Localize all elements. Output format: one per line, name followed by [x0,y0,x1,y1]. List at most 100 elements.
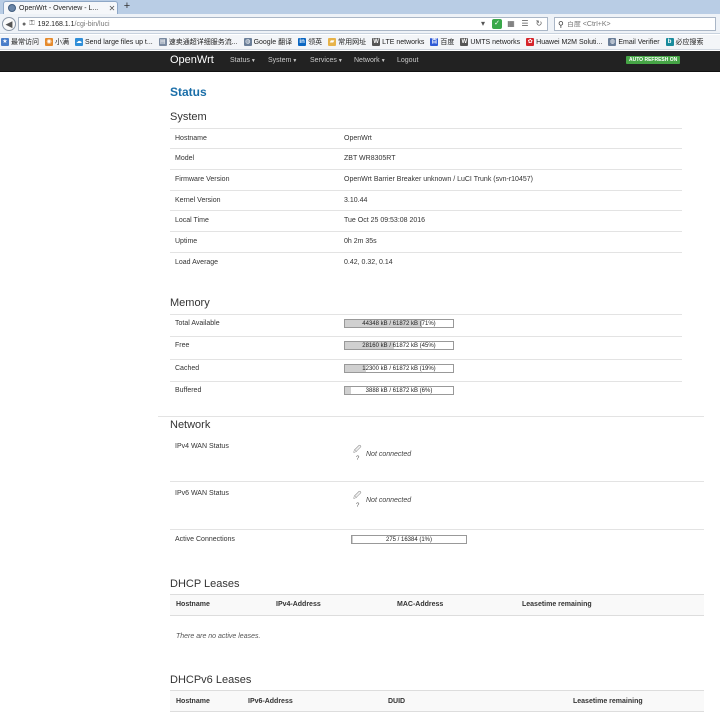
globe-icon: ◍ [243,38,252,46]
baidu-icon: 百 [430,38,439,46]
qr-code-icon[interactable]: ▦ [506,19,516,29]
bookmark-item[interactable]: W UMTS networks [460,38,520,46]
auto-refresh-badge[interactable]: AUTO REFRESH ON [626,56,681,64]
menu-network[interactable]: Network▼ [354,57,386,64]
system-row-value: Tue Oct 25 09:53:08 2016 [344,217,426,224]
ipv4-wan-status: Not connected [366,451,412,458]
system-row-value: ZBT WR8305RT [344,155,396,162]
row-divider [170,169,682,170]
bookmark-label: UMTS networks [470,38,521,46]
bookmark-item[interactable]: ◍ Email Verifier [608,38,660,46]
row-divider [170,314,682,315]
bookmark-label: 必应搜索 [675,39,704,46]
column-header: Leasetime remaining [573,698,643,705]
bookmark-item[interactable]: ▰ 常用网址 [328,37,366,47]
system-row-label: Local Time [175,217,209,224]
new-tab-button[interactable]: + [120,1,134,13]
bookmark-item[interactable]: ✿ Huawei M2M Soluti... [526,38,602,46]
address-bar[interactable]: ● ⚿ 192.168.1.1/cgi-bin/luci ▾ ✓ ▦ ☰ ↻ [18,17,548,31]
bookmark-item[interactable]: 百百度 [430,37,454,47]
menu-logout[interactable]: Logout [397,57,418,64]
search-box[interactable]: ⚲ [554,17,716,31]
bookmark-item[interactable]: W LTE networks [372,38,424,46]
url-path: /cgi-bin/luci [74,20,110,28]
caret-down-icon: ▼ [292,58,298,64]
system-row-value: OpenWrt [344,135,372,142]
openwrt-top-nav: OpenWrt Status▼ System▼ Services▼ Networ… [0,51,720,72]
bookmark-label: 领英 [308,39,323,46]
back-arrow-icon[interactable]: ◀ [2,17,16,31]
network-section-title: Network [170,419,211,431]
memory-row-label: Free [175,342,190,349]
brand-link[interactable]: OpenWrt [170,54,214,66]
bookmark-label: Google 翻译 [253,39,293,46]
bookmark-item[interactable]: ★ 最常访问 [1,37,39,47]
shield-icon[interactable]: ✓ [492,19,502,29]
browser-tab[interactable]: OpenWrt - Overview - L... ✕ [3,1,118,14]
bookmarks-bar: ★ 最常访问 ◉ 小满 ☁ Send large files up t... ▤ 速卖通超详细… [0,35,720,50]
search-input[interactable] [566,20,707,28]
column-header: DUID [388,698,406,705]
reload-icon[interactable]: ↻ [534,19,544,29]
page-title: Status [170,85,207,99]
active-connections-label: Active Connections [175,536,235,543]
memory-row-label: Buffered [175,387,202,394]
bookmark-label: 小满 [55,39,69,46]
bookmark-label: Huawei M2M Soluti... [536,38,603,46]
bookmark-item[interactable]: ◍ Google 翻译 [243,37,293,47]
bar-text: 12300 kB / 61872 kB (19%) [362,366,436,372]
page-icon: ▤ [158,38,167,46]
row-divider [170,359,682,360]
divider [170,481,704,482]
bar-text: 28160 kB / 61872 kB (45%) [362,343,436,349]
caret-down-icon: ▼ [250,58,256,64]
close-tab-icon[interactable]: ✕ [107,4,117,13]
menu-status[interactable]: Status▼ [230,57,256,64]
dhcpv6-section-title: DHCPv6 Leases [170,674,252,686]
bookmark-item[interactable]: in 领英 [298,37,322,47]
browser-tab-bar: OpenWrt - Overview - L... ✕ + [0,0,720,14]
dropdown-arrow-icon[interactable]: ▾ [478,19,488,29]
memory-usage-bar: 28160 kB / 61872 kB (45%) [344,341,454,350]
bar-text: 3888 kB / 61872 kB (6%) [365,388,433,394]
bookmark-item[interactable]: ◉ 小满 [45,37,69,47]
system-row-label: Model [175,155,195,162]
menu-services[interactable]: Services▼ [310,57,343,64]
bookmark-item[interactable]: b 必应搜索 [665,37,704,47]
memory-row-label: Cached [175,365,200,372]
cloud-icon: ☁ [75,38,83,46]
system-row-label: Firmware Version [175,176,230,183]
tab-title: OpenWrt - Overview - L... [19,4,99,12]
bar-text: 44348 kB / 61872 kB (71%) [362,321,436,327]
row-divider [170,252,682,253]
row-divider [170,210,682,211]
browser-nav-bar: ◀ ● ⚿ 192.168.1.1/cgi-bin/luci ▾ ✓ ▦ ☰ ↻… [0,14,720,34]
ipv4-wan-label: IPv4 WAN Status [175,443,229,450]
memory-usage-bar: 12300 kB / 61872 kB (19%) [344,364,454,373]
row-divider [170,231,682,232]
huawei-icon: ✿ [526,38,535,46]
rss-icon[interactable]: ☰ [520,19,530,29]
bookmark-label: 速卖通超详细服务流... [168,39,238,46]
system-row-label: Hostname [175,135,207,142]
bookmark-item[interactable]: ▤ 速卖通超详细服务流... [158,37,238,47]
bookmark-item[interactable]: ☁ Send large files up t... [75,38,153,46]
memory-section-title: Memory [170,297,210,309]
row-divider [170,336,682,337]
unknown-mark: ? [356,503,360,509]
ipv6-wan-status: Not connected [366,497,412,504]
key-icon: ⚿ [29,20,35,27]
system-row-value: 3.10.44 [344,197,368,204]
system-row-value: 0.42, 0.32, 0.14 [344,259,393,266]
menu-label: Network [354,57,380,64]
system-row-label: Kernel Version [175,197,221,204]
memory-usage-bar: 3888 kB / 61872 kB (6%) [344,386,454,395]
bookmark-label: 常用网址 [338,39,367,46]
menu-label: Status [230,57,250,64]
bookmark-label: LTE networks [382,38,425,46]
menu-system[interactable]: System▼ [268,57,297,64]
menu-label: Services [310,57,337,64]
column-header: Hostname [176,698,210,705]
menu-label: System [268,57,292,64]
broken-image-icon: 🖉 [353,491,362,500]
